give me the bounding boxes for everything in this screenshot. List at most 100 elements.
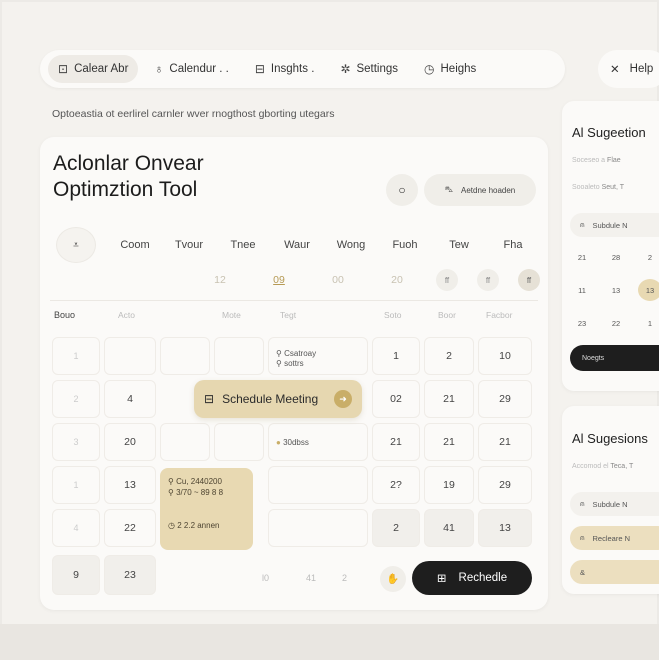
pin-icon: ⚲ (276, 359, 282, 368)
event-tag[interactable]: ● 30dbss (276, 438, 309, 448)
day-header: Fuoh (392, 239, 418, 251)
row-label: 4 (52, 509, 100, 547)
grid-cell[interactable]: 41 (424, 509, 474, 547)
event-line: Cu, 2440200 (176, 477, 222, 486)
date-cell[interactable]: 00 (318, 274, 358, 286)
grid-cell[interactable] (104, 337, 156, 375)
schedule-meeting-button[interactable]: ⊟ Schedule Meeting ➜ (194, 380, 362, 418)
grid-cell[interactable]: 29 (478, 380, 532, 418)
column-header: Mote (222, 310, 241, 320)
date-cell-selected[interactable]: 09 (259, 274, 299, 286)
circle-button[interactable]: ○ (386, 174, 418, 206)
day-header: Tnee (230, 239, 256, 251)
event-tag-line: 30dbss (283, 438, 309, 447)
grid-cell[interactable] (268, 509, 368, 547)
panel-meta: Sooaleto Seut, T (572, 184, 625, 191)
mini-date[interactable]: 11 (570, 279, 594, 301)
date-cell[interactable]: 12 (200, 274, 240, 286)
nav-label: Settings (356, 63, 399, 75)
reschedule-button[interactable]: ⊞ Rechedle (412, 561, 532, 595)
bell-icon: ⍝ (580, 220, 585, 229)
grid-cell[interactable]: 21 (478, 423, 532, 461)
grid-cell[interactable] (160, 423, 210, 461)
mini-date[interactable]: 1 (638, 312, 659, 334)
close-icon: ✕ (610, 64, 620, 76)
suggestion-row[interactable]: & (570, 560, 659, 584)
day-header: Tvour (174, 239, 204, 251)
event-tag-line: sottrs (284, 359, 304, 368)
grid-cell[interactable]: 1 (372, 337, 420, 375)
mini-date[interactable]: 13 (604, 279, 628, 301)
nav-settings[interactable]: ✲ Settings (330, 55, 408, 83)
nav-heights[interactable]: ◷ Heighs (414, 55, 486, 83)
mini-date[interactable]: 22 (604, 312, 628, 334)
column-header: Tegt (280, 310, 297, 320)
event-tag[interactable]: ⚲ Csatroay ⚲ sottrs (276, 349, 316, 369)
column-header: Facbor (486, 310, 513, 320)
grid-cell[interactable]: 21 (424, 423, 474, 461)
mini-date[interactable]: 21 (570, 246, 594, 268)
mini-date[interactable]: 23 (570, 312, 594, 334)
grid-cell[interactable]: 13 (104, 466, 156, 504)
suggestion-row[interactable]: ⍝ Recleare N (570, 526, 659, 550)
grid-cell[interactable]: 23 (104, 555, 156, 595)
date-cell[interactable]: 20 (377, 274, 417, 286)
bell-icon: ⍝ (580, 533, 585, 542)
grid-cell[interactable] (160, 337, 210, 375)
grid-cell[interactable]: 21 (372, 423, 420, 461)
grid-cell[interactable] (268, 466, 368, 504)
row-label: 1 (52, 466, 100, 504)
insights-bar[interactable]: Noegts (570, 345, 659, 371)
grid-cell[interactable] (214, 337, 264, 375)
title-line-2: Optimztion Tool (53, 178, 198, 201)
suggestion-label: Recleare N (592, 533, 631, 543)
date-dot[interactable]: ff (436, 269, 458, 291)
grid-cell[interactable]: 10 (478, 337, 532, 375)
grid-cell[interactable]: 2 (372, 509, 420, 547)
hand-button[interactable]: ✋ (380, 566, 406, 592)
grid-cell[interactable]: 4 (104, 380, 156, 418)
footer-num: l0 (262, 573, 270, 583)
mini-date[interactable]: 2 (638, 246, 659, 268)
panel-meta: Accomod el Teca, T (572, 463, 634, 470)
grid-cell[interactable] (214, 423, 264, 461)
date-dot[interactable]: ff (518, 269, 540, 291)
date-row: 12 09 00 20 ff ff ff (200, 268, 540, 292)
event-card[interactable]: ⚲ Cu, 2440200 ⚲ 3/70 ~ 89 8 8 ◷ 2 2.2 an… (160, 468, 253, 550)
nav-calendar-abr[interactable]: ⊡ Calear Abr (48, 55, 139, 83)
grid-cell[interactable]: 2 (424, 337, 474, 375)
event-tag-line: Csatroay (284, 349, 317, 358)
event-line: 2 2.2 annen (177, 521, 220, 530)
car-icon: ⛍ (444, 185, 453, 194)
grid-cell[interactable]: 19 (424, 466, 474, 504)
mini-date-selected[interactable]: 13 (638, 279, 659, 301)
suggestion-label: Subdule N (592, 499, 628, 509)
grid-cell[interactable]: 2? (372, 466, 420, 504)
nav-label: Calear Abr (74, 63, 129, 75)
date-dot[interactable]: ff (477, 269, 499, 291)
grid-cell[interactable]: 22 (104, 509, 156, 547)
grid-cell[interactable]: 29 (478, 466, 532, 504)
suggestion-label: Subdule N (592, 220, 628, 230)
nav-calendar[interactable]: ♁ Calendur . . (144, 55, 238, 83)
column-header: Boor (438, 310, 456, 320)
grid-cell[interactable]: 21 (424, 380, 474, 418)
suggestion-row[interactable]: ⍝ Subdule N (570, 492, 659, 516)
circle-icon: ○ (398, 183, 406, 197)
help-button[interactable]: ✕ Help (598, 50, 659, 88)
row-label: 9 (52, 555, 100, 595)
add-header-button[interactable]: ⛍ Aetdne hoaden (424, 174, 536, 206)
day-header: Coom (120, 239, 150, 251)
suggestion-row[interactable]: ⍝ Subdule N (570, 213, 659, 237)
divider (50, 300, 538, 301)
chevron-down-icon[interactable]: ⩡ (56, 227, 96, 263)
grid-cell[interactable]: 20 (104, 423, 156, 461)
mini-date[interactable]: 28 (604, 246, 628, 268)
calendar-icon: ⊞ (436, 573, 447, 585)
grid-cell[interactable]: 13 (478, 509, 532, 547)
nav-insights[interactable]: ⊟ Insghts . (245, 55, 325, 83)
nav-label: Heighs (440, 63, 477, 75)
nav-label: Calendur . . (169, 63, 229, 75)
pin-icon: ⚲ (168, 477, 174, 486)
grid-cell[interactable]: 02 (372, 380, 420, 418)
